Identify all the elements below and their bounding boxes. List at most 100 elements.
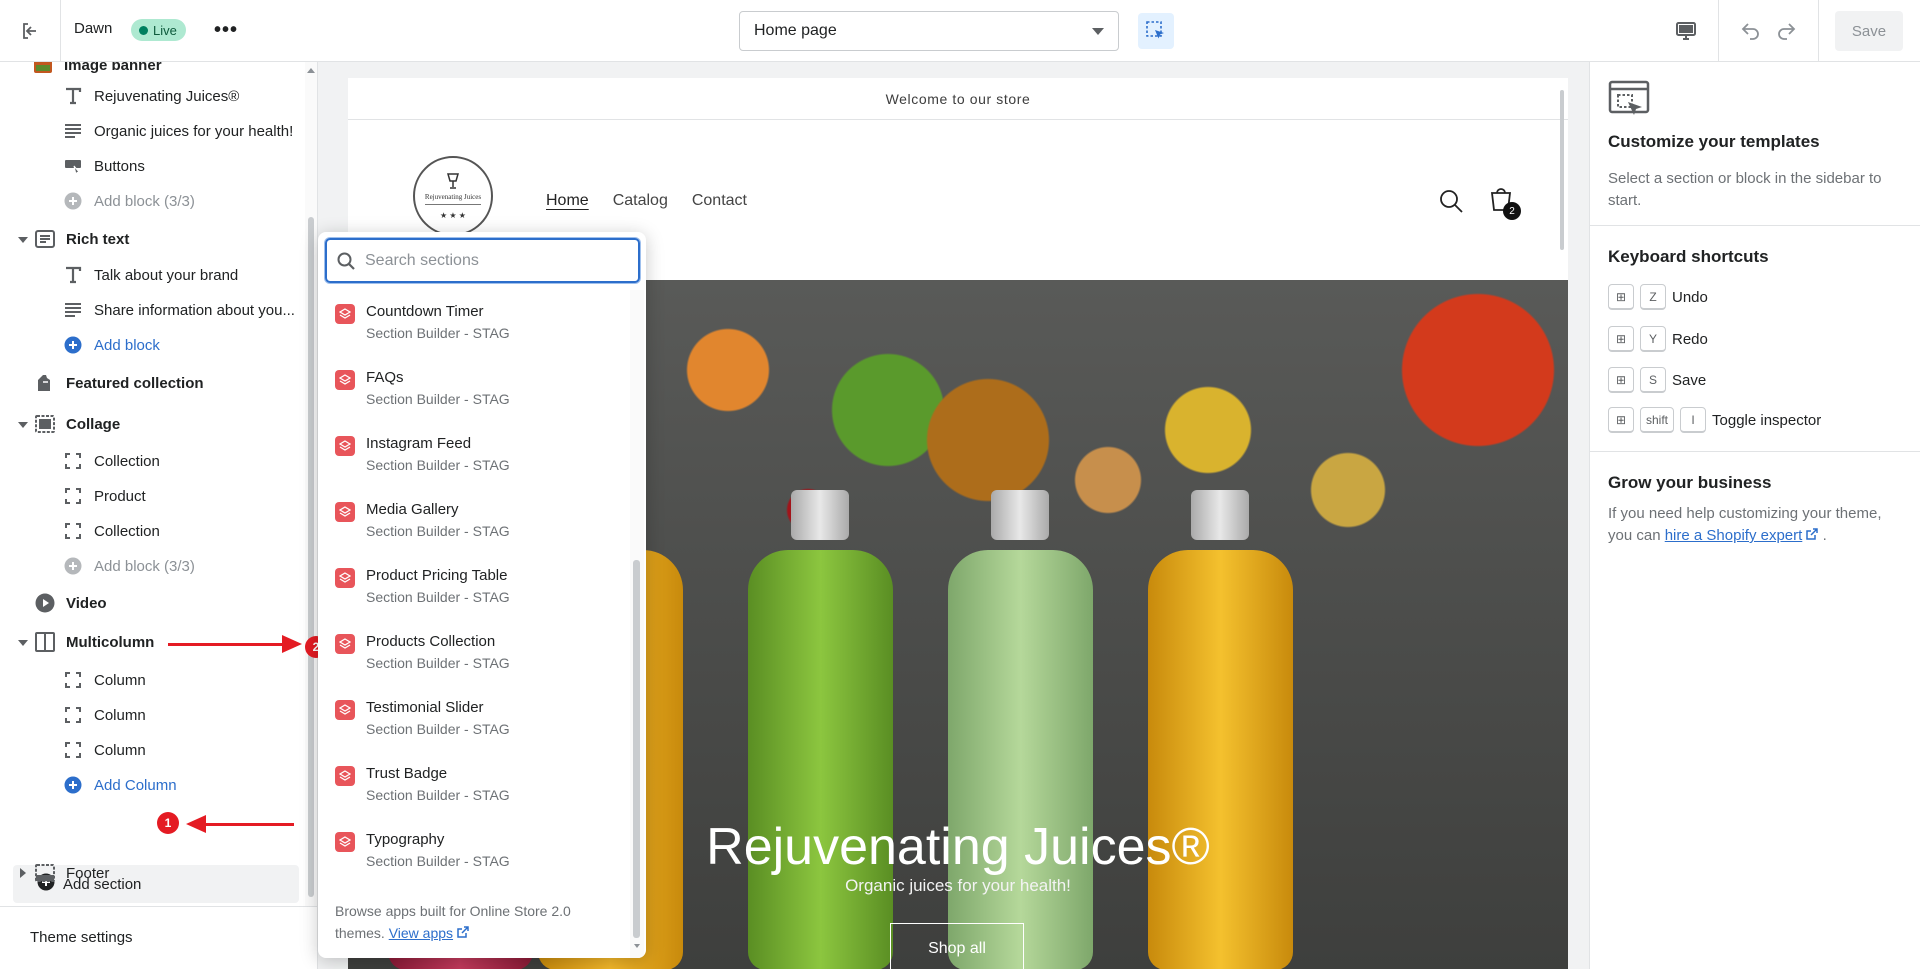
sidebar-item-label: Add Column [94,776,177,794]
add-column-button[interactable]: Add Column [62,768,177,802]
section-option[interactable]: Media Gallery Section Builder - STAG [318,492,630,558]
nav-catalog[interactable]: Catalog [613,192,668,210]
sidebar-block-heading[interactable]: Rejuvenating Juices® [62,79,239,113]
section-option-source: Section Builder - STAG [366,391,510,407]
sidebar-block-collection[interactable]: Collection [62,514,160,548]
sidebar-block-column[interactable]: Column [62,733,146,767]
sidebar-scrollbar[interactable] [305,62,317,906]
hire-expert-link[interactable]: hire a Shopify expert [1665,527,1803,544]
section-option-source: Section Builder - STAG [366,523,510,539]
nav-contact[interactable]: Contact [692,192,747,210]
sidebar-item-label: Share information about you... [94,301,295,319]
footer-icon [34,862,56,884]
chevron-right-icon[interactable] [20,868,26,878]
shortcut-undo: ⊞ Z Undo [1608,284,1708,310]
view-apps-link[interactable]: View apps [389,925,453,941]
sidebar-section-rich-text[interactable]: Rich text [34,222,129,256]
logo-rule [425,203,481,205]
annotation-arrow [168,643,288,646]
shortcut-label: Save [1672,371,1707,389]
section-option[interactable]: Trust Badge Section Builder - STAG [318,756,630,822]
shortcut-label: Toggle inspector [1712,411,1822,429]
search-icon [337,252,355,270]
theme-settings-link[interactable]: Theme settings [30,929,133,946]
sidebar-section-collage[interactable]: Collage [34,407,120,441]
shop-all-button[interactable]: Shop all [890,923,1024,969]
chevron-down-icon[interactable] [18,422,28,428]
status-label: Live [153,22,177,38]
cart-count-badge: 2 [1503,202,1521,220]
sidebar-block-text[interactable]: Share information about you... [62,293,295,327]
dashed-square-icon [62,704,84,726]
sidebar-item-label: Product [94,487,146,505]
text-icon [62,85,84,107]
add-circle-icon [62,555,84,577]
scroll-thumb[interactable] [308,217,314,897]
add-circle-icon [62,774,84,796]
sidebar-section-video[interactable]: Video [34,586,107,620]
sidebar-block-heading[interactable]: Talk about your brand [62,258,238,292]
inspector-panel: Customize your templates Select a sectio… [1589,62,1920,969]
page-select[interactable]: Home page [739,11,1119,51]
sidebar-item-label: Add block (3/3) [94,557,195,575]
chevron-down-icon[interactable] [18,640,28,646]
search-sections-input[interactable] [365,251,615,270]
sidebar-section-multicolumn[interactable]: Multicolumn [34,625,154,659]
section-option[interactable]: FAQs Section Builder - STAG [318,360,630,426]
scroll-down-icon[interactable] [634,944,640,948]
section-option[interactable]: Typography Section Builder - STAG [318,822,630,888]
image-icon [32,62,54,76]
desktop-icon[interactable] [1672,18,1700,44]
section-option-title: Instagram Feed [366,435,472,452]
sidebar-block-collection[interactable]: Collection [62,444,160,478]
sidebar-section-featured-collection[interactable]: Featured collection [34,366,204,400]
section-option[interactable]: Instagram Feed Section Builder - STAG [318,426,630,492]
browse-apps-note: Browse apps built for Online Store 2.0 t… [335,900,615,944]
save-button[interactable]: Save [1835,11,1903,51]
undo-icon[interactable] [1735,17,1765,45]
sidebar-block-column[interactable]: Column [62,698,146,732]
add-block-button[interactable]: Add block (3/3) [62,549,195,583]
inspector-toggle-icon[interactable] [1138,13,1174,49]
section-option[interactable]: Products Collection Section Builder - ST… [318,624,630,690]
app-icon [335,700,355,720]
paragraph-icon [62,120,84,142]
section-option-title: Countdown Timer [366,303,484,320]
add-block-button[interactable]: Add block [62,328,160,362]
app-icon [335,436,355,456]
store-logo[interactable]: Rejuvenating Juices ★ ★ ★ [413,156,493,236]
more-actions-icon[interactable]: ••• [214,19,237,41]
nav-home[interactable]: Home [546,192,589,210]
section-option[interactable]: Testimonial Slider Section Builder - STA… [318,690,630,756]
add-block-button[interactable]: Add block (3/3) [62,184,195,218]
sidebar-block-buttons[interactable]: Buttons [62,149,145,183]
app-icon [335,766,355,786]
sidebar-block-column[interactable]: Column [62,663,146,697]
scroll-thumb[interactable] [633,560,640,938]
chevron-down-icon[interactable] [18,237,28,243]
external-link-icon [457,926,469,938]
add-circle-icon [62,334,84,356]
search-field[interactable] [325,238,640,283]
bottle-image [748,490,893,969]
sidebar-footer: Theme settings [0,906,318,969]
exit-icon[interactable] [16,18,44,44]
sidebar-item-label: Column [94,741,146,759]
preview-scrollbar[interactable] [1560,78,1568,969]
customize-title: Customize your templates [1608,132,1820,151]
popover-scrollbar[interactable] [630,290,644,958]
sidebar-item-label: Multicolumn [66,633,155,651]
shortcut-key: S [1640,367,1666,393]
sidebar-block-text[interactable]: Organic juices for your health! [62,114,293,148]
sidebar-item-label: Add block [94,336,160,354]
section-option[interactable]: Product Pricing Table Section Builder - … [318,558,630,624]
sidebar-item-label: Rejuvenating Juices® [94,87,240,105]
search-icon[interactable] [1438,188,1464,214]
sidebar-item-label: Video [66,594,107,612]
scroll-up-icon[interactable] [307,68,315,73]
redo-icon[interactable] [1772,17,1802,45]
play-icon [34,592,56,614]
sidebar-block-product[interactable]: Product [62,479,146,513]
sidebar-section-footer[interactable]: Footer [34,856,109,890]
section-option[interactable]: Countdown Timer Section Builder - STAG [318,294,630,360]
